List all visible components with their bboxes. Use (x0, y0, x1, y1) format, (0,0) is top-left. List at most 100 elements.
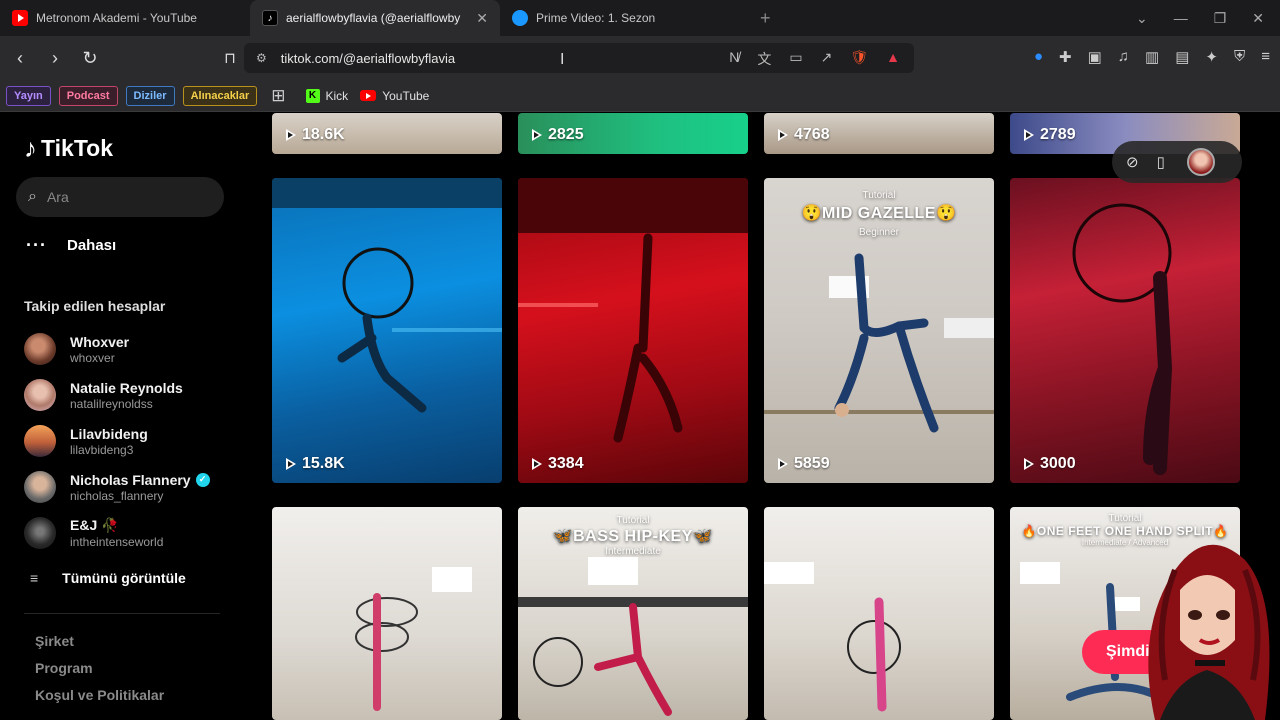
reload-icon[interactable]: ↻ (75, 48, 105, 69)
video-card[interactable]: 3384 (518, 178, 748, 483)
avatar (24, 517, 56, 549)
share-icon[interactable]: ↗ (821, 49, 833, 69)
account-handle: lilavbideng3 (70, 442, 134, 457)
browser-tab-bar: Metronom Akademi - YouTube ♪ aerialflowb… (0, 0, 1280, 36)
sidebar-divider (24, 613, 220, 614)
forward-icon[interactable]: › (40, 48, 70, 69)
following-account[interactable]: Nicholas Flannery ✓ nicholas_flannery (24, 471, 210, 503)
play-icon (1024, 458, 1034, 470)
video-card[interactable]: 2825 (518, 113, 748, 154)
tab-prime-video[interactable]: Prime Video: 1. Sezon (500, 0, 750, 36)
mobile-icon[interactable]: ▯ (1157, 153, 1165, 171)
play-icon (778, 458, 788, 470)
tiktok-note-icon: ♪ (24, 133, 37, 163)
close-icon[interactable]: ✕ (476, 10, 488, 27)
compass-icon[interactable]: ⊘ (1126, 153, 1139, 171)
profile-avatar[interactable] (1186, 148, 1215, 176)
youtube-icon (12, 10, 28, 26)
vpn-icon[interactable]: ⛨ (1234, 48, 1245, 66)
youtube-icon (360, 90, 377, 101)
video-thumbnail (764, 562, 901, 712)
browser-toolbar: ‹ › ↻ ⊓ ⚙ tiktok.com/@aerialflowbyflavia… (0, 36, 1280, 80)
video-card[interactable]: 3000 (1010, 178, 1240, 483)
media-icon[interactable]: ♫ (1118, 48, 1129, 66)
translate-icon[interactable]: 文 (757, 49, 771, 69)
video-card[interactable]: 4768 (764, 113, 994, 154)
following-account[interactable]: E&J 🥀 intheintenseworld (24, 517, 163, 549)
tab-list-icon[interactable]: ⌄ (1136, 10, 1148, 27)
address-bar[interactable]: ⚙ tiktok.com/@aerialflowbyflavia N̸ 文 ▭ … (244, 43, 914, 73)
cast-icon[interactable]: ▭ (789, 49, 802, 69)
video-card[interactable]: Tutorial 😲MID GAZELLE😲 Beginner 5859 (764, 178, 994, 483)
bookmark-yayin[interactable]: Yayın (6, 85, 51, 106)
view-count: 2825 (532, 126, 584, 144)
video-card[interactable] (764, 507, 994, 720)
menu-icon[interactable]: ≡ (1261, 48, 1270, 66)
extensions-puzzle-icon[interactable]: ✚ (1059, 48, 1072, 66)
bookmark-youtube[interactable]: YouTube (360, 89, 429, 103)
play-icon (1024, 129, 1034, 141)
screenshot-icon[interactable]: ▣ (1088, 48, 1102, 66)
account-handle: nicholas_flannery (70, 488, 164, 503)
brave-shields-icon[interactable]: 🛡 (850, 49, 868, 69)
close-window-icon[interactable]: ✕ (1252, 10, 1264, 27)
play-icon (286, 458, 296, 470)
video-card[interactable]: Tutorial 🦋BASS HIP-KEY🦋 Intermediate (518, 507, 748, 720)
overlay-level: Intermediate (605, 546, 661, 557)
account-name: Whoxver (70, 333, 130, 350)
video-card[interactable]: 18.6K (272, 113, 502, 154)
footer-link-terms[interactable]: Koşul ve Politikalar (35, 687, 164, 703)
address-bar-icons: N̸ 文 ▭ ↗ 🛡 ▲ (729, 49, 900, 69)
minimize-icon[interactable]: — (1174, 10, 1188, 26)
view-count: 4768 (778, 126, 830, 144)
tab-title: Prime Video: 1. Sezon (536, 11, 656, 25)
overlay-subtitle: Tutorial (616, 515, 650, 526)
no-translate-icon[interactable]: N̸ (729, 49, 739, 69)
avatar (24, 333, 56, 365)
overlay-subtitle: Tutorial (1108, 513, 1142, 524)
footer-link-company[interactable]: Şirket (35, 633, 74, 649)
following-account[interactable]: Whoxver whoxver (24, 333, 129, 365)
back-icon[interactable]: ‹ (5, 48, 35, 69)
bookmark-podcast[interactable]: Podcast (58, 85, 118, 106)
search-input[interactable]: ⌕ Ara (16, 177, 224, 217)
overlay-title: 🦋BASS HIP-KEY🦋 (552, 528, 714, 545)
extension-s-icon[interactable]: ● (1034, 48, 1043, 66)
character-overlay-image (1148, 544, 1270, 720)
tab-youtube[interactable]: Metronom Akademi - YouTube (0, 0, 250, 36)
prime-video-icon (512, 10, 528, 26)
apps-grid-icon[interactable]: ⊞ (271, 86, 285, 106)
url-text[interactable]: tiktok.com/@aerialflowbyflavia (281, 51, 455, 66)
bookmark-icon[interactable]: ⊓ (215, 49, 245, 67)
avatar (24, 471, 56, 503)
avatar (24, 379, 56, 411)
overlay-title: 😲MID GAZELLE😲 (801, 205, 957, 222)
view-count: 2789 (1024, 126, 1076, 144)
tab-title: Metronom Akademi - YouTube (36, 11, 197, 25)
text-cursor-icon: I (560, 51, 565, 68)
following-account[interactable]: Natalie Reynolds natalilreynoldss (24, 379, 183, 411)
bookmark-alinacaklar[interactable]: Alınacaklar (182, 85, 258, 106)
new-tab-icon[interactable]: + (760, 8, 771, 29)
video-thumbnail (518, 178, 748, 443)
following-account[interactable]: Lilavbideng lilavbideng3 (24, 425, 148, 457)
video-card[interactable]: 15.8K (272, 178, 502, 483)
bookmark-diziler[interactable]: Diziler (125, 85, 175, 106)
bookmark-kick[interactable]: K Kick (305, 88, 348, 103)
video-card[interactable] (272, 507, 502, 720)
avatar (24, 425, 56, 457)
wallet-icon[interactable]: ▤ (1175, 48, 1189, 66)
video-overlay-title: Tutorial 🦋BASS HIP-KEY🦋 Intermediate (518, 515, 748, 557)
footer-link-program[interactable]: Program (35, 660, 93, 676)
site-settings-icon[interactable]: ⚙ (256, 51, 267, 65)
leo-ai-icon[interactable]: ✦ (1205, 48, 1218, 66)
maximize-icon[interactable]: ❐ (1214, 10, 1227, 27)
account-handle: natalilreynoldss (70, 396, 153, 411)
brave-rewards-icon[interactable]: ▲ (886, 49, 900, 69)
more-menu-item[interactable]: ··· Dahası (26, 235, 116, 256)
see-all-button[interactable]: ≡ Tümünü görüntüle (30, 570, 186, 586)
tab-tiktok[interactable]: ♪ aerialflowbyflavia (@aerialflowby ✕ (250, 0, 500, 36)
tiktok-logo[interactable]: ♪ TikTok (24, 133, 113, 164)
sidebar-icon[interactable]: ▥ (1145, 48, 1159, 66)
play-icon (532, 458, 542, 470)
